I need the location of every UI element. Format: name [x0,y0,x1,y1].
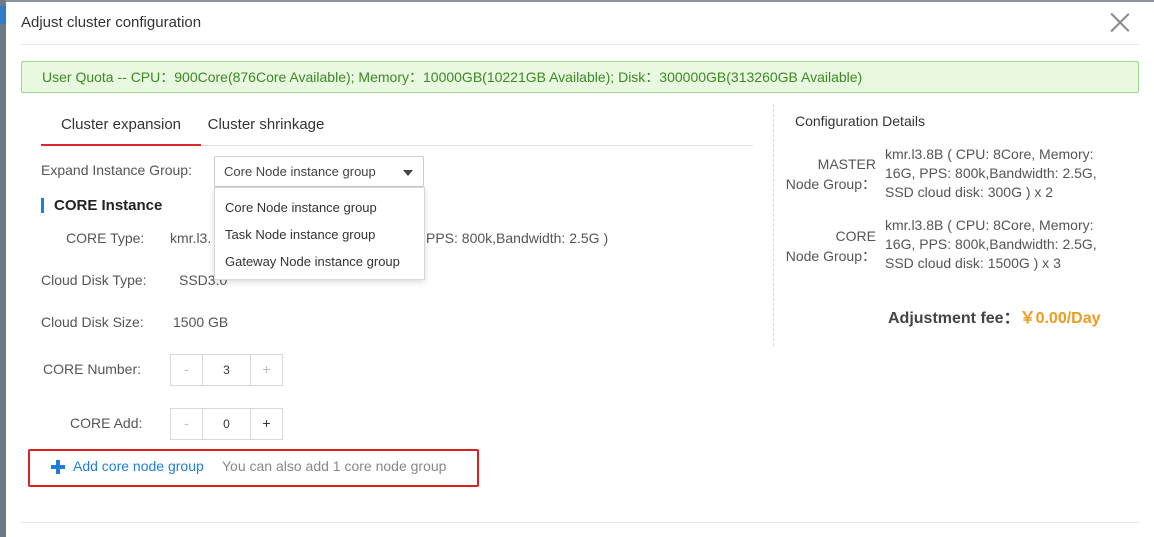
adjustment-fee-value: ￥0.00/Day [1019,310,1101,327]
master-group-details: kmr.l3.8B ( CPU: 8Core, Memory: 16G, PPS… [885,146,1097,200]
panel-divider [773,104,774,346]
core-group-label-line1: CORE [835,228,876,244]
core-type-label: CORE Type: [66,230,145,246]
core-group-label: CORE Node Group： [777,226,876,266]
adjustment-fee-label: Adjustment fee： [888,310,1020,327]
adjust-cluster-dialog: Adjust cluster configuration User Quota … [6,2,1154,537]
core-add-decrement-button[interactable]: - [171,409,203,439]
close-icon[interactable] [1109,12,1131,34]
expand-group-select[interactable]: Core Node instance group [214,156,424,187]
dropdown-option-core[interactable]: Core Node instance group [215,194,424,221]
core-group-details: kmr.l3.8B ( CPU: 8Core, Memory: 16G, PPS… [885,217,1097,271]
tab-bar: Cluster expansion Cluster shrinkage [41,106,753,146]
core-number-label: CORE Number: [43,361,142,377]
core-number-stepper: - 3 + [170,354,283,386]
core-type-value-end: PPS: 800k,Bandwidth: 2.5G ) [426,230,609,246]
core-number-value: 3 [223,363,230,377]
tab-cluster-shrinkage[interactable]: Cluster shrinkage [201,106,331,146]
adjustment-fee: Adjustment fee：￥0.00/Day [888,304,1101,328]
add-core-node-group-link[interactable]: Add core node group [73,458,204,474]
dropdown-option-gateway[interactable]: Gateway Node instance group [215,248,424,275]
section-marker [41,198,44,213]
master-group-label-line2: Node Group： [785,176,876,192]
footer-divider [21,522,1139,523]
master-group-label: MASTER Node Group： [777,154,876,194]
core-add-increment-button[interactable]: + [250,409,282,439]
section-title-core-instance: CORE Instance [54,197,163,214]
header-divider [21,44,1139,45]
caret-down-icon [403,170,413,176]
cloud-disk-size-label: Cloud Disk Size: [41,314,144,330]
dialog-title: Adjust cluster configuration [21,14,202,31]
core-add-value[interactable]: 0 [203,409,250,439]
configuration-details-title: Configuration Details [795,113,925,129]
expand-group-dropdown: Core Node instance group Task Node insta… [214,187,425,280]
tab-cluster-expansion[interactable]: Cluster expansion [41,106,201,146]
user-quota-banner: User Quota -- CPU：900Core(876Core Availa… [21,61,1139,93]
cloud-disk-type-label: Cloud Disk Type: [41,272,147,288]
expand-group-selected: Core Node instance group [224,164,376,179]
expand-group-label: Expand Instance Group: [41,162,192,178]
plus-icon[interactable] [51,460,65,474]
core-group-label-line2: Node Group： [785,248,876,264]
core-type-value-start: kmr.l3. [170,230,212,246]
dropdown-option-task[interactable]: Task Node instance group [215,221,424,248]
cloud-disk-size-value: 1500 GB [173,314,229,330]
add-core-node-group-hint: You can also add 1 core node group [222,458,447,474]
master-group-label-line1: MASTER [817,156,876,172]
core-add-label: CORE Add: [70,415,143,431]
core-add-stepper: - 0 + [170,408,283,440]
core-number-decrement-button[interactable]: - [171,355,203,385]
core-number-increment-button[interactable]: + [250,355,282,385]
